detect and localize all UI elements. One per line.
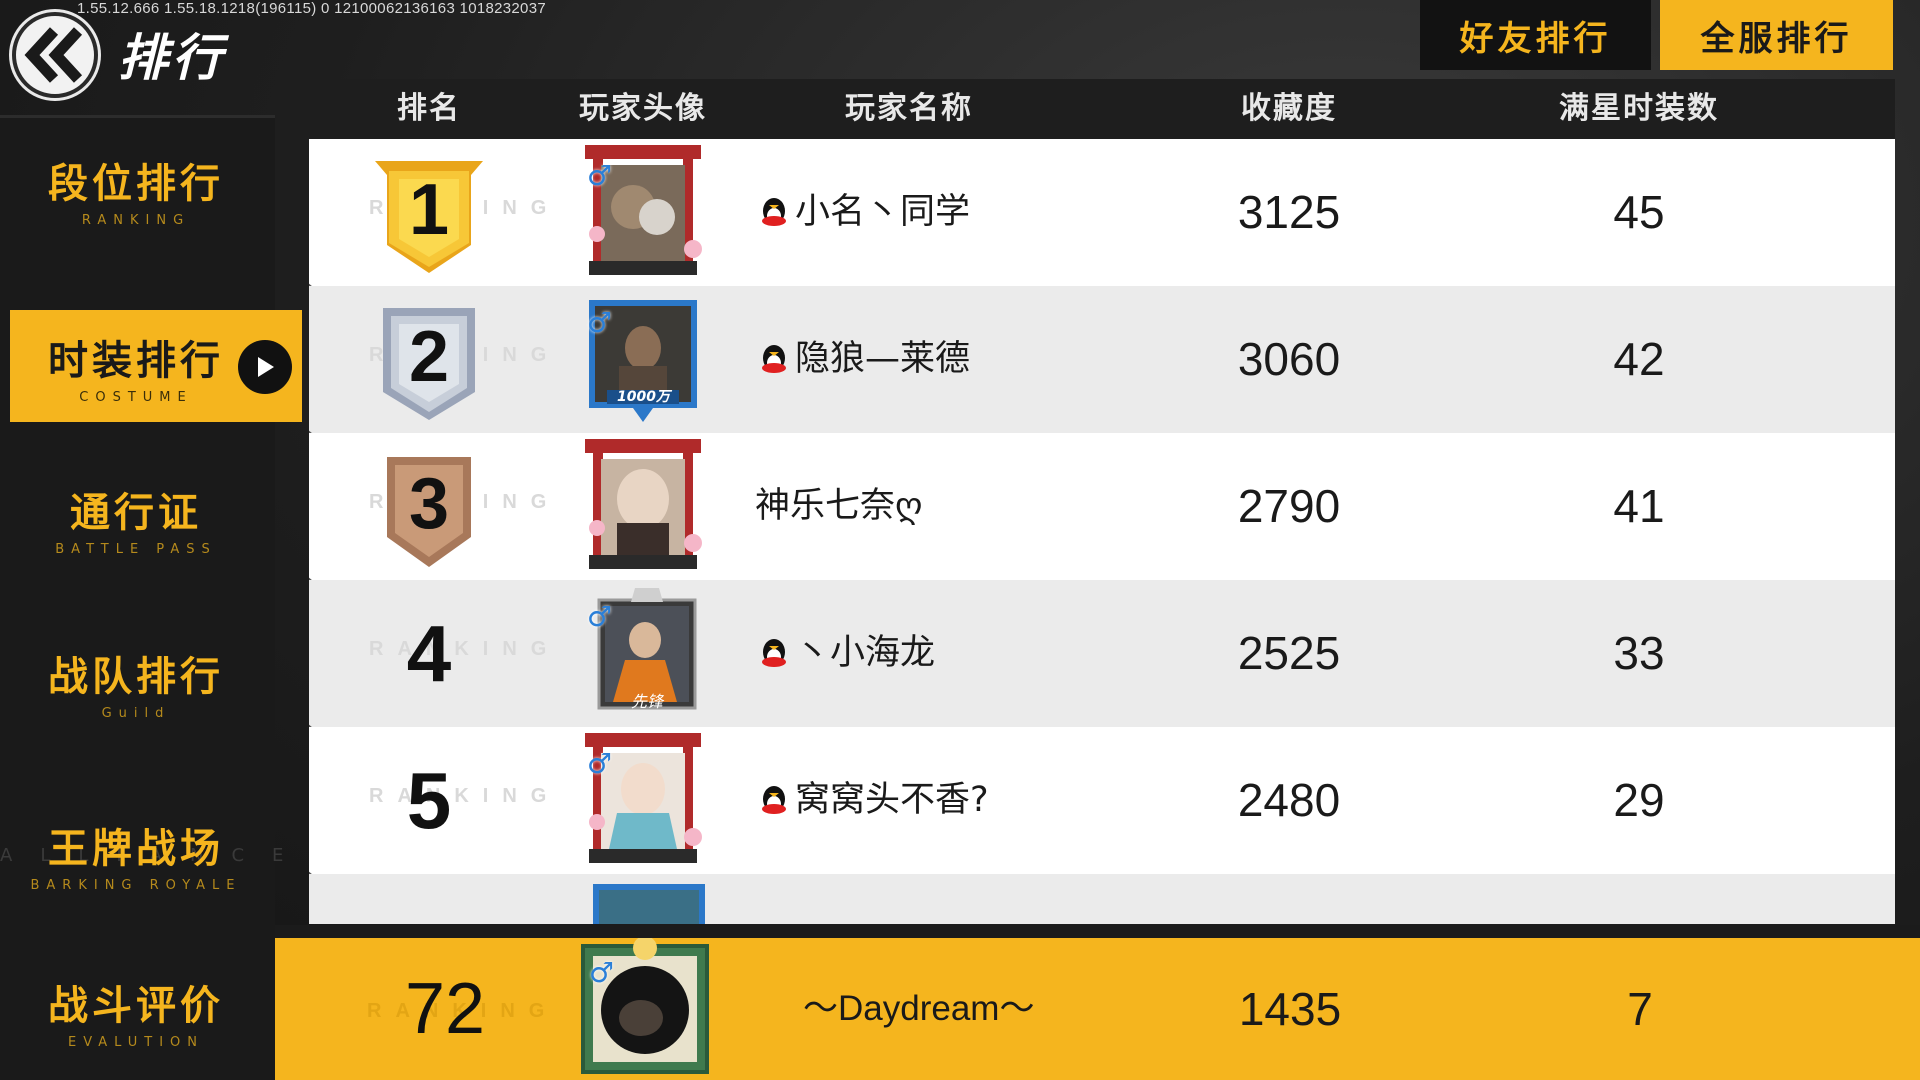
rank-number: 1 — [408, 170, 450, 250]
male-icon: ♂ — [587, 159, 613, 192]
table-row[interactable] — [309, 874, 1895, 924]
tab-server-ranking[interactable]: 全服排行 — [1660, 0, 1893, 70]
my-avatar[interactable]: ♂ — [575, 936, 715, 1080]
qq-penguin-icon — [762, 344, 786, 373]
my-full-star-value: 7 — [1627, 983, 1653, 1035]
full-star-value: 41 — [1613, 480, 1665, 532]
full-star-value: 45 — [1613, 186, 1665, 238]
table-row[interactable]: RANKING 4 ♂ 先锋 丶小海龙 2525 33 — [309, 580, 1895, 733]
sidebar-item-sublabel: COSTUME — [79, 389, 193, 405]
male-icon: ♂ — [587, 600, 613, 633]
sidebar-item-label: 战斗评价 — [48, 982, 224, 1029]
table-row[interactable]: RANKING 5 ♂ 窝窝头不香? 2480 29 — [309, 727, 1895, 880]
collection-value: 2480 — [1237, 774, 1341, 826]
rank-number: 4 — [406, 609, 452, 698]
sidebar-item-evaluation[interactable]: 战斗评价 EVALUTION — [10, 955, 302, 1067]
sidebar-item-sublabel: BATTLE PASS — [55, 541, 217, 557]
avatar[interactable] — [573, 433, 713, 580]
full-star-value: 33 — [1613, 627, 1665, 679]
sidebar-item-battle-pass[interactable]: 通行证 BATTLE PASS — [10, 462, 302, 574]
ranking-table: 排名 玩家头像 玩家名称 收藏度 满星时装数 RANKING 1 — [309, 79, 1895, 924]
player-name-text: 丶小海龙 — [795, 633, 936, 673]
qq-penguin-icon — [762, 197, 786, 226]
tab-friends-ranking[interactable]: 好友排行 — [1420, 0, 1651, 70]
shrine-frame-icon — [585, 439, 702, 569]
my-player-name: ～Daydream～ — [803, 989, 1035, 1028]
sidebar-item-sublabel: BARKING ROYALE — [30, 877, 242, 893]
sidebar-item-label: 通行证 — [70, 489, 202, 536]
player-name-text: 隐狼—莱德 — [795, 339, 971, 379]
avatar[interactable]: ♂ — [573, 727, 713, 874]
sidebar-divider — [0, 115, 275, 118]
sidebar-item-sublabel: RANKING — [81, 212, 191, 228]
collection-value: 3060 — [1237, 333, 1341, 385]
sidebar-item-barking-royale[interactable]: 王牌战场 BARKING ROYALE — [10, 798, 302, 910]
table-row[interactable]: RANKING 1 ♂ — [309, 139, 1895, 292]
player-name-text: 神乐七奈ღ — [755, 486, 923, 526]
header-avatar: 玩家头像 — [579, 91, 707, 126]
avatar[interactable]: ♂ 先锋 — [573, 580, 713, 727]
page-title: 排行 — [118, 29, 226, 87]
qq-penguin-icon — [762, 785, 786, 814]
rank-number: 2 — [408, 317, 450, 397]
avatar-tag: 先锋 — [631, 692, 664, 711]
version-text: 1.55.12.666 1.55.18.1218(196115) 0 12100… — [77, 0, 546, 17]
avatar[interactable]: ♂ — [573, 139, 713, 286]
header-name: 玩家名称 — [845, 91, 973, 126]
sidebar-item-label: 时装排行 — [48, 337, 224, 384]
collection-value: 2525 — [1237, 627, 1341, 679]
male-icon: ♂ — [587, 747, 613, 780]
table-row[interactable]: RANKING 2 ♂ 1000万 — [309, 286, 1895, 439]
full-star-value: 29 — [1613, 774, 1665, 826]
avatar[interactable]: ♂ 1000万 — [573, 286, 713, 433]
my-rank-number: 72 — [404, 969, 486, 1049]
male-icon: ♂ — [587, 306, 613, 339]
collection-value: 2790 — [1237, 480, 1341, 532]
player-name: 窝窝头不香? — [759, 727, 989, 874]
sidebar-item-label: 战队排行 — [48, 653, 224, 700]
sidebar-item-label: 王牌战场 — [48, 825, 224, 872]
player-name: 小名丶同学 — [759, 139, 970, 286]
sidebar-item-sublabel: Guild — [101, 705, 171, 721]
header-full-star: 满星时装数 — [1559, 91, 1719, 126]
qq-penguin-icon — [762, 638, 786, 667]
player-name-text: 窝窝头不香? — [795, 780, 989, 820]
sidebar-item-costume[interactable]: 时装排行 COSTUME — [10, 310, 302, 422]
my-ranking-row[interactable]: RANKING 72 ♂ ～Daydream～ 1435 7 — [275, 936, 1920, 1080]
header-collection: 收藏度 — [1241, 91, 1337, 126]
sidebar-item-ranking[interactable]: 段位排行 RANKING — [10, 133, 302, 245]
table-row[interactable]: RANKING 3 神乐七奈ღ 2790 41 — [309, 433, 1895, 586]
sidebar-item-label: 段位排行 — [48, 160, 224, 207]
player-name: 神乐七奈ღ — [755, 433, 923, 580]
player-name-text: 小名丶同学 — [795, 192, 971, 232]
male-icon: ♂ — [589, 956, 615, 989]
sidebar — [0, 115, 275, 1080]
sidebar-item-guild[interactable]: 战队排行 Guild — [10, 626, 302, 738]
divider — [275, 925, 1920, 938]
avatar-tag: 1000万 — [617, 389, 670, 405]
double-chevron-left-icon — [24, 27, 83, 83]
player-name: 丶小海龙 — [759, 580, 935, 727]
player-name: 隐狼—莱德 — [759, 286, 970, 433]
table-header: 排名 玩家头像 玩家名称 收藏度 满星时装数 — [309, 79, 1895, 139]
play-icon — [238, 340, 292, 394]
collection-value: 3125 — [1237, 186, 1341, 238]
rank-number: 5 — [406, 756, 452, 845]
back-button[interactable] — [12, 12, 98, 98]
rank-number: 3 — [408, 464, 450, 544]
header-rank: 排名 — [397, 91, 461, 126]
sidebar-item-sublabel: EVALUTION — [67, 1034, 204, 1050]
full-star-value: 42 — [1613, 333, 1665, 385]
avatar — [593, 884, 705, 924]
my-collection-value: 1435 — [1238, 983, 1342, 1035]
